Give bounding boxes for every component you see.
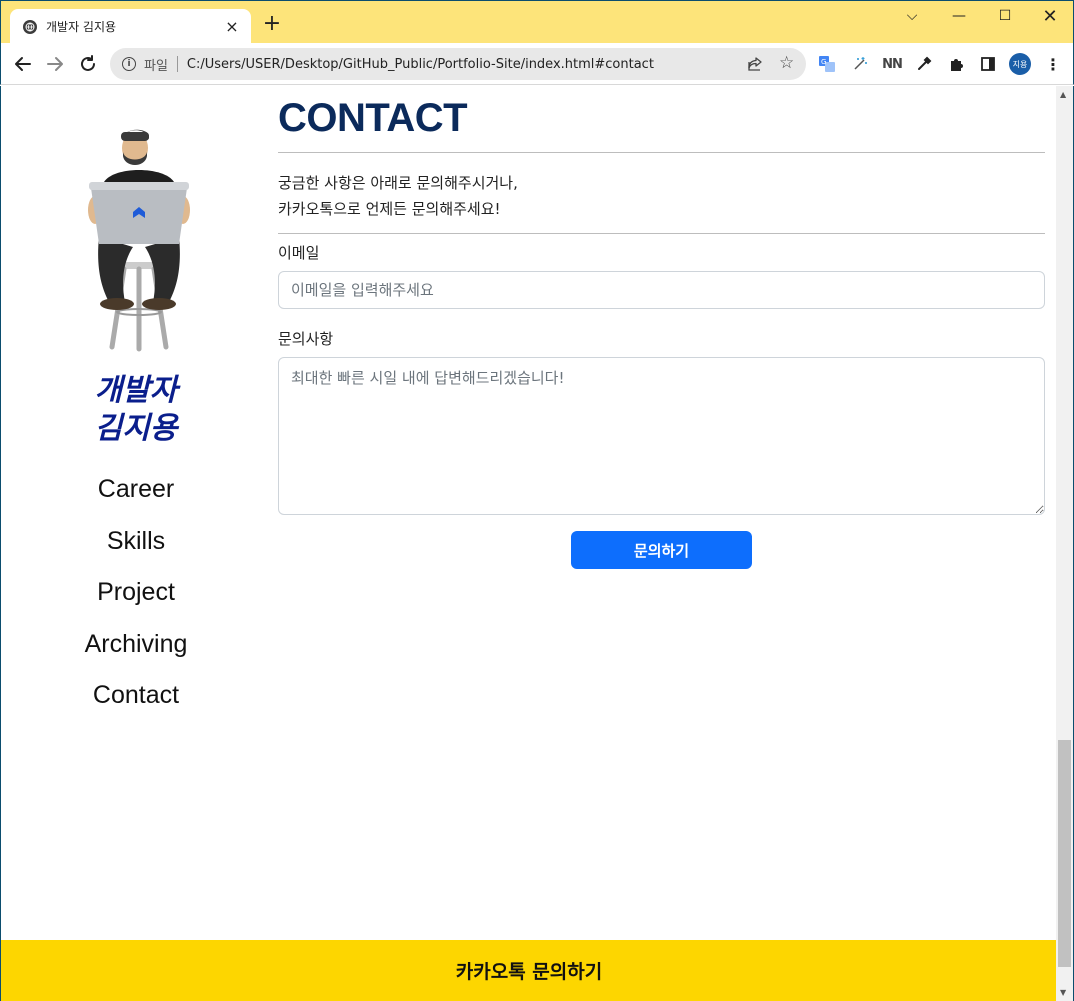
eyedropper-icon[interactable] xyxy=(913,53,935,75)
close-window-button[interactable]: ✕ xyxy=(1039,5,1061,27)
email-field[interactable] xyxy=(278,271,1045,309)
maximize-button[interactable]: ☐ xyxy=(994,5,1016,27)
globe-icon xyxy=(23,19,37,34)
sidebar-item-archiving[interactable]: Archiving xyxy=(1,626,271,678)
kakao-inquiry-label: 카카오톡 문의하기 xyxy=(455,961,603,983)
scroll-thumb[interactable] xyxy=(1058,740,1071,967)
scheme-label: 파일 xyxy=(144,58,168,74)
share-icon[interactable] xyxy=(747,56,763,72)
brand-line-1: 개발자 xyxy=(94,373,178,408)
info-icon[interactable]: i xyxy=(122,57,136,71)
profile-avatar[interactable]: 지용 xyxy=(1009,53,1031,75)
sidebar-item-project[interactable]: Project xyxy=(1,574,271,626)
page-scrollbar[interactable]: ▲ ▼ xyxy=(1056,86,1074,1001)
email-label: 이메일 xyxy=(278,244,320,262)
sidebar-item-skills[interactable]: Skills xyxy=(1,523,271,575)
reload-icon[interactable] xyxy=(76,52,100,76)
brand-line-2: 김지용 xyxy=(94,411,178,446)
brand-title: 개발자 김지용 xyxy=(1,372,271,448)
sidebar: 개발자 김지용 Career Skills Project Archiving … xyxy=(1,86,271,940)
sidebar-nav: Career Skills Project Archiving Contact xyxy=(1,471,271,729)
tab-close-icon[interactable]: × xyxy=(223,17,241,36)
title-divider xyxy=(278,152,1045,153)
translate-icon[interactable]: G xyxy=(816,53,838,75)
sidebar-item-career[interactable]: Career xyxy=(1,471,271,523)
kakao-inquiry-bar[interactable]: 카카오톡 문의하기 xyxy=(1,940,1056,1001)
intro-line-2: 카카오톡으로 언제든 문의해주세요! xyxy=(278,200,501,218)
browser-toolbar: i 파일 C:/Users/USER/Desktop/GitHub_Public… xyxy=(0,43,1074,85)
inquiry-label: 문의사항 xyxy=(278,330,334,348)
new-tab-button[interactable]: + xyxy=(261,13,283,35)
inquiry-textarea[interactable] xyxy=(278,357,1045,515)
page-viewport: 개발자 김지용 Career Skills Project Archiving … xyxy=(0,86,1056,1001)
page-title: CONTACT xyxy=(278,96,468,140)
scroll-up-arrow-icon[interactable]: ▲ xyxy=(1060,90,1066,99)
nn-extension-icon[interactable]: NN xyxy=(881,53,903,75)
back-arrow-icon[interactable] xyxy=(11,52,35,76)
tab-title: 개발자 김지용 xyxy=(46,20,117,34)
tab-search-button[interactable]: ⌵ xyxy=(901,5,923,27)
browser-tab[interactable]: 개발자 김지용 × xyxy=(10,9,251,44)
browser-titlebar: 개발자 김지용 × + ⌵ — ☐ ✕ xyxy=(0,0,1074,44)
puzzle-icon[interactable] xyxy=(945,53,967,75)
sidebar-item-contact[interactable]: Contact xyxy=(1,677,271,729)
url-text[interactable]: C:/Users/USER/Desktop/GitHub_Public/Port… xyxy=(187,57,654,72)
intro-divider xyxy=(278,233,1045,234)
contact-intro: 궁금한 사항은 아래로 문의해주시거나, 카카오톡으로 언제든 문의해주세요! xyxy=(278,170,518,222)
intro-line-1: 궁금한 사항은 아래로 문의해주시거나, xyxy=(278,174,518,192)
side-panel-icon[interactable] xyxy=(977,53,999,75)
sparkle-icon[interactable] xyxy=(849,53,871,75)
menu-dots-icon[interactable]: ⋮ xyxy=(1043,53,1063,75)
address-bar[interactable]: i 파일 C:/Users/USER/Desktop/GitHub_Public… xyxy=(110,48,806,80)
profile-illustration xyxy=(79,122,199,352)
submit-inquiry-button[interactable]: 문의하기 xyxy=(571,531,752,569)
omnibox-separator xyxy=(176,56,178,72)
minimize-button[interactable]: — xyxy=(948,5,970,27)
star-icon[interactable]: ☆ xyxy=(779,54,794,72)
scroll-down-arrow-icon[interactable]: ▼ xyxy=(1060,988,1066,997)
forward-arrow-icon[interactable] xyxy=(43,52,67,76)
svg-text:G: G xyxy=(821,58,826,66)
